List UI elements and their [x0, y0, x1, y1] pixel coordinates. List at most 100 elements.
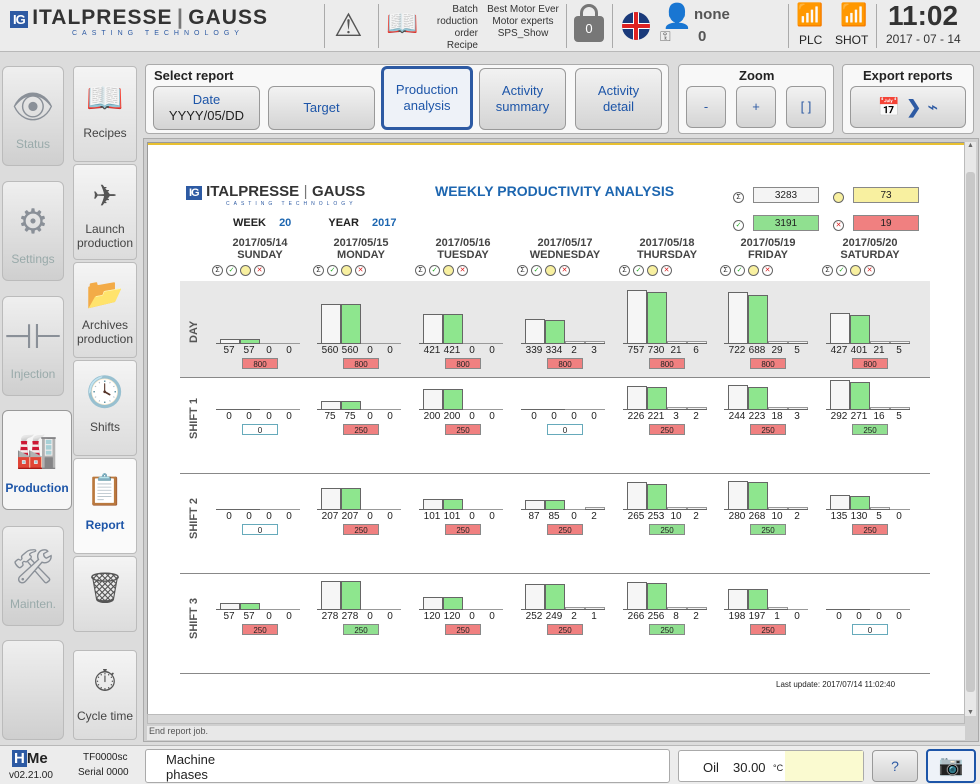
- usb-icon: ⌁: [927, 97, 939, 117]
- machine-phases-button[interactable]: Machine phases: [145, 749, 670, 783]
- eye-icon: 👁: [11, 88, 55, 126]
- legend-icon: ✕: [254, 265, 265, 276]
- target-badge: 250: [343, 424, 379, 435]
- help-button[interactable]: ?: [872, 750, 918, 782]
- day-legend-icons: Σ ✓ ✕: [822, 265, 878, 276]
- value-label: 198: [728, 611, 746, 622]
- subnav-cycle-time[interactable]: ⏱ Cycle time: [73, 650, 137, 740]
- row-label: SHIFT 3: [188, 598, 200, 639]
- value-label: 10: [670, 511, 682, 522]
- bar-ok: [341, 581, 361, 609]
- row-separator: [180, 377, 930, 378]
- bar-total: [728, 589, 748, 609]
- clock-date: 2017 - 07 - 14: [886, 32, 961, 46]
- value-label: 0: [387, 511, 393, 522]
- baseline: [623, 509, 707, 510]
- vertical-scrollbar[interactable]: ▲ ▼: [964, 142, 976, 716]
- production-analysis-button[interactable]: Production analysis: [381, 66, 473, 130]
- recipe-label: Recipe: [446, 40, 478, 51]
- value-label: 57: [223, 611, 235, 622]
- subnav-launch-production[interactable]: ✈ Launch production: [73, 164, 137, 260]
- bar-warn: [260, 409, 280, 410]
- target-badge: 250: [852, 424, 888, 435]
- sidebar-item-injection[interactable]: ⊣⊢ Injection: [2, 296, 64, 396]
- value-label: 0: [266, 611, 272, 622]
- day-date: 2017/05/15: [333, 237, 389, 249]
- legend-icon: ✕: [355, 265, 366, 276]
- production-order-label: roduction order: [436, 16, 478, 39]
- date-button[interactable]: Date YYYY/05/DD: [153, 86, 260, 130]
- value-label: 0: [896, 511, 902, 522]
- value-label: 200: [423, 411, 441, 422]
- bar-ok: [240, 509, 260, 510]
- day-name: SUNDAY: [237, 249, 283, 261]
- bar-warn: [768, 407, 788, 409]
- zoom-out-button[interactable]: -: [686, 86, 726, 128]
- camera-icon[interactable]: 📷: [926, 749, 976, 783]
- bar-ko: [381, 343, 401, 344]
- legend-icon: Σ: [212, 265, 223, 276]
- bar-warn: [463, 409, 483, 410]
- clock-icon: 🕓: [86, 376, 124, 409]
- bar-total: [728, 481, 748, 509]
- last-update: Last update: 2017/07/14 11:02:40: [776, 680, 896, 689]
- export-usb-button[interactable]: 📅 ❯ ⌁: [850, 86, 966, 128]
- arrow-right-icon: ❯: [906, 97, 922, 117]
- bar-ko: [788, 507, 808, 509]
- bar-total: [830, 495, 850, 509]
- activity-summary-button[interactable]: Activity summary: [479, 68, 566, 130]
- day-legend-icons: Σ ✓ ✕: [720, 265, 776, 276]
- bar-ok: [647, 484, 667, 509]
- day-name: TUESDAY: [437, 249, 489, 261]
- subnav-archives-production[interactable]: 📂 Archives production: [73, 262, 137, 358]
- activity-detail-button[interactable]: Activity detail: [575, 68, 662, 130]
- sidebar-item-production[interactable]: 🏭 Production: [2, 410, 72, 510]
- target-button[interactable]: Target: [268, 86, 375, 130]
- target-badge: 250: [242, 624, 278, 635]
- value-label: 2: [794, 511, 800, 522]
- user-icon[interactable]: 👤: [662, 2, 692, 31]
- bar-warn: [870, 507, 890, 509]
- subnav-delete[interactable]: 🗑: [73, 556, 137, 632]
- sidebar-item-status[interactable]: 👁 Status: [2, 66, 64, 166]
- value-label: 29: [771, 345, 783, 356]
- bar-ko: [280, 343, 300, 344]
- value-label: 0: [387, 345, 393, 356]
- target-badge: 250: [445, 424, 481, 435]
- bar-total: [525, 500, 545, 509]
- bar-ko: [280, 509, 300, 510]
- bar-total: [423, 314, 443, 343]
- value-label: 207: [321, 511, 339, 522]
- bar-total: [627, 386, 647, 409]
- subnav-shifts[interactable]: 🕓 Shifts: [73, 360, 137, 456]
- bar-ok: [443, 597, 463, 609]
- target-badge: 800: [242, 358, 278, 369]
- target-badge: 800: [445, 358, 481, 369]
- value-label: 3: [673, 411, 679, 422]
- zoom-fit-button[interactable]: [ ]: [786, 86, 826, 128]
- bar-ok: [748, 482, 768, 509]
- lock-icon[interactable]: 0: [572, 4, 606, 46]
- warning-icon[interactable]: ⚠: [334, 6, 363, 44]
- trash-icon: 🗑: [85, 572, 125, 605]
- value-label: 75: [344, 411, 356, 422]
- value-label: 221: [647, 411, 665, 422]
- uk-flag-icon[interactable]: [622, 12, 650, 40]
- sidebar-item-maintenance[interactable]: 🛠 Mainten.: [2, 526, 64, 626]
- report-icon: 📋: [86, 474, 124, 507]
- target-badge: 800: [649, 358, 685, 369]
- bar-ok: [545, 500, 565, 509]
- subnav-recipes[interactable]: 📖 Recipes: [73, 66, 137, 162]
- zoom-in-button[interactable]: +: [736, 86, 776, 128]
- sidebar-item-empty[interactable]: [2, 640, 64, 740]
- value-label: 0: [246, 411, 252, 422]
- subnav-report[interactable]: 📋 Report: [73, 458, 137, 554]
- bar-total: [627, 582, 647, 609]
- horizontal-scrollbar[interactable]: [147, 714, 965, 724]
- stopwatch-icon: ⏱: [93, 665, 117, 698]
- value-label: 0: [469, 345, 475, 356]
- sidebar-item-settings[interactable]: ⚙ Settings: [2, 181, 64, 281]
- value-label: 0: [367, 611, 373, 622]
- bar-ko: [483, 609, 503, 610]
- value-label: 0: [469, 511, 475, 522]
